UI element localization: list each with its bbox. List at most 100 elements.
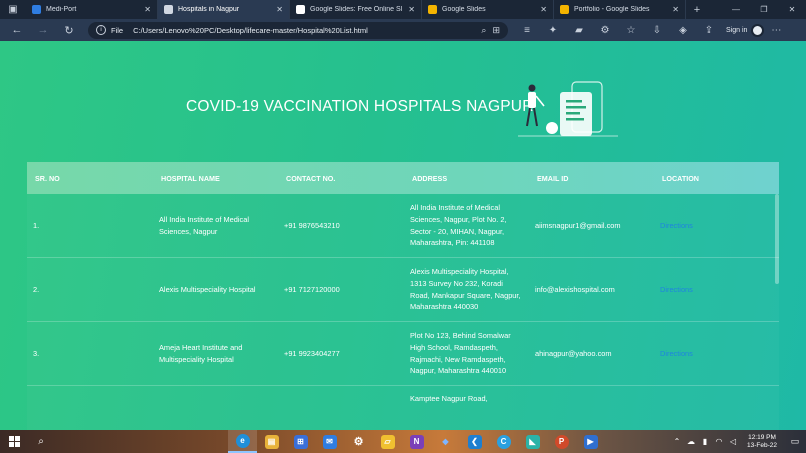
system-tray: ⌃ ☁ ▮ ◠ ◁ 12:19 PM 13-Feb-22 ▭: [670, 430, 806, 453]
url-scheme-label: File: [111, 25, 124, 35]
edge-app-icon[interactable]: e: [228, 430, 257, 453]
hospital-name-cell: Alexis Multispeciality Hospital: [159, 284, 256, 294]
downloads-icon[interactable]: ⇩: [644, 25, 670, 36]
avatar: [751, 23, 765, 37]
address-cell: All India Institute of Medical Sciences,…: [410, 203, 507, 248]
table-scrollbar[interactable]: [775, 194, 779, 284]
url-text[interactable]: C:/Users/Lenovo%20PC/Desktop/lifecare-ma…: [133, 26, 475, 35]
zoom-icon[interactable]: ⌕: [481, 25, 486, 36]
tab-favicon-icon: [560, 5, 569, 14]
browser-tab[interactable]: Hospitals in Nagpur ✕: [158, 0, 290, 19]
table-body: 1. All India Institute of Medical Science…: [27, 194, 779, 430]
volume-icon[interactable]: ◁: [726, 437, 740, 446]
email-cell[interactable]: ahinagpur@yahoo.com: [529, 348, 654, 360]
tab-close-icon[interactable]: ✕: [408, 5, 415, 14]
extension-icons: ≡ ✦ ▰ ⚙ ☆ ⇩ ◈ ⇪: [514, 25, 722, 36]
tab-favicon-icon: [296, 5, 305, 14]
forward-icon[interactable]: →: [30, 24, 56, 36]
minimize-icon[interactable]: —: [722, 0, 750, 19]
table-row: 1. All India Institute of Medical Science…: [27, 194, 779, 258]
directions-link[interactable]: Directions: [654, 220, 779, 232]
table-header-cell: CONTACT NO.: [286, 173, 336, 183]
extension-icon-1[interactable]: ≡: [514, 25, 540, 36]
cloud-icon[interactable]: ☁: [684, 437, 698, 446]
browser-tab[interactable]: Medi-Port ✕: [26, 0, 158, 19]
wifi-icon[interactable]: ◠: [712, 437, 726, 446]
new-tab-button[interactable]: +: [686, 0, 708, 19]
browser-tab[interactable]: Google Slides ✕: [422, 0, 554, 19]
browser-tab[interactable]: Google Slides: Free Online Sl ✕: [290, 0, 422, 19]
window-controls: — ❐ ✕: [722, 0, 806, 19]
tab-label: Medi-Port: [46, 6, 77, 13]
email-cell[interactable]: aiimsnagpur1@gmail.com: [529, 220, 654, 232]
settings-icon[interactable]: ⚙: [344, 430, 373, 453]
contact-cell: +91 7127120000: [284, 284, 340, 294]
store-icon[interactable]: ⊞: [286, 430, 315, 453]
favorites-icon[interactable]: ☆: [618, 25, 644, 36]
share-icon[interactable]: ⇪: [696, 25, 722, 36]
tab-label: Portfolio - Google Slides: [574, 6, 650, 13]
vscode-icon[interactable]: ❮: [460, 430, 489, 453]
more-options-icon[interactable]: ⋯: [764, 25, 788, 36]
notification-icon[interactable]: ▭: [784, 436, 806, 447]
chevron-up-icon[interactable]: ⌃: [670, 437, 684, 446]
restore-icon[interactable]: ❐: [750, 0, 778, 19]
tab-close-icon[interactable]: ✕: [144, 5, 151, 14]
table-header-cell: ADDRESS: [412, 173, 448, 183]
clock-time: 12:19 PM: [748, 433, 776, 441]
browser-tab[interactable]: Portfolio - Google Slides ✕: [554, 0, 686, 19]
close-window-icon[interactable]: ✕: [778, 0, 806, 19]
start-button[interactable]: [0, 436, 28, 447]
clock[interactable]: 12:19 PM 13-Feb-22: [740, 434, 784, 450]
windows-taskbar: ⌕ e ▤ ⊞ ✉ ⚙ ▱ N ◆ ❮ C ◣ P ▶ ⌃ ☁ ▮ ◠ ◁ 12…: [0, 430, 806, 453]
mail-icon[interactable]: ✉: [315, 430, 344, 453]
table-header-cell: LOCATION: [662, 173, 699, 183]
contact-cell: +91 9923404277: [284, 348, 340, 358]
clock-date: 13-Feb-22: [747, 441, 777, 449]
page-title: COVID-19 VACCINATION HOSPITALS NAGPUR: [186, 98, 534, 115]
info-icon[interactable]: i: [96, 25, 106, 35]
address-cell: Plot No 123, Behind Somalwar High School…: [410, 331, 511, 376]
media-app-icon[interactable]: ▶: [576, 430, 605, 453]
hospital-name-cell: Ameja Heart Institute and Multispecialit…: [159, 342, 243, 364]
pen-app-icon[interactable]: ◆: [431, 430, 460, 453]
taskbar-search-icon[interactable]: ⌕: [28, 436, 54, 447]
tab-close-icon[interactable]: ✕: [540, 5, 547, 14]
browser-toolbar: ← → ↻ i File C:/Users/Lenovo%20PC/Deskto…: [0, 19, 806, 41]
table-row: 3. Ameja Heart Institute and Multispecial…: [27, 322, 779, 386]
vaccination-illustration-icon: [518, 81, 618, 137]
table-header-cell: SR. NO: [35, 173, 60, 183]
sign-in-label: Sign in: [726, 26, 748, 34]
tab-actions-icon[interactable]: ▣: [0, 0, 26, 19]
tab-favicon-icon: [32, 5, 41, 14]
tab-favicon-icon: [428, 5, 437, 14]
extension-icon-2[interactable]: ✦: [540, 25, 566, 36]
directions-link[interactable]: Directions: [654, 348, 779, 360]
address-bar[interactable]: i File C:/Users/Lenovo%20PC/Desktop/life…: [88, 21, 508, 39]
extension-icon-3[interactable]: ▰: [566, 25, 592, 36]
app-c-icon[interactable]: C: [489, 430, 518, 453]
app-available-icon[interactable]: ⊞: [492, 25, 500, 36]
sr-no-cell: 3.: [33, 348, 40, 358]
sr-no-cell: 2.: [33, 284, 40, 294]
contact-cell: +91 9876543210: [284, 220, 340, 230]
email-cell[interactable]: info@alexishospital.com: [529, 284, 654, 296]
sticky-notes-icon[interactable]: ▱: [373, 430, 402, 453]
shield-icon[interactable]: ◈: [670, 25, 696, 36]
refresh-icon[interactable]: ↻: [56, 24, 82, 37]
taskbar-apps: e ▤ ⊞ ✉ ⚙ ▱ N ◆ ❮ C ◣ P ▶: [228, 430, 605, 453]
tab-close-icon[interactable]: ✕: [276, 5, 283, 14]
powerpoint-icon[interactable]: P: [547, 430, 576, 453]
onenote-icon[interactable]: N: [402, 430, 431, 453]
directions-link[interactable]: Directions: [654, 284, 779, 296]
tab-label: Google Slides: [442, 6, 486, 13]
windows-icon: [8, 436, 20, 447]
sign-in-button[interactable]: Sign in: [726, 23, 765, 37]
battery-icon[interactable]: ▮: [698, 437, 712, 446]
app-teal-icon[interactable]: ◣: [518, 430, 547, 453]
file-explorer-icon[interactable]: ▤: [257, 430, 286, 453]
extension-puzzle-icon[interactable]: ⚙: [592, 25, 618, 36]
back-icon[interactable]: ←: [4, 24, 30, 36]
sr-no-cell: 1.: [33, 220, 40, 230]
tab-close-icon[interactable]: ✕: [672, 5, 679, 14]
